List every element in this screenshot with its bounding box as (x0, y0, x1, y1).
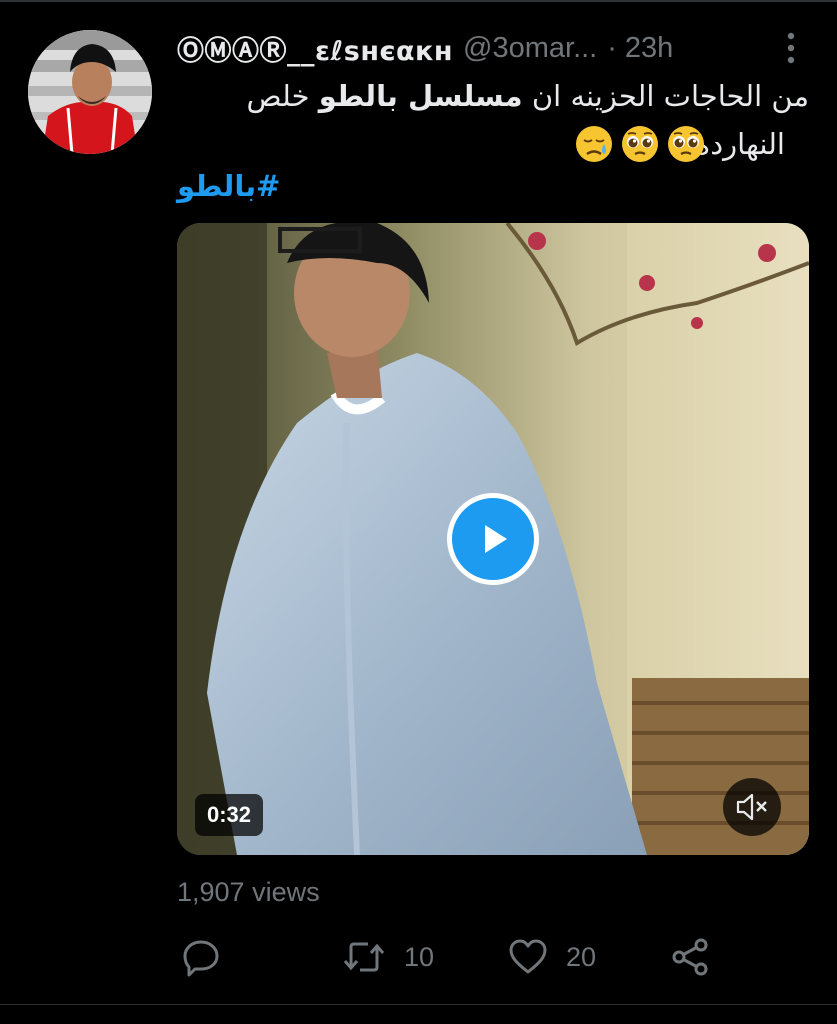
video-player[interactable]: 0:32 (177, 223, 809, 855)
pleading-face-icon (668, 126, 704, 162)
user-handle[interactable]: @3omar... (463, 32, 597, 65)
sad-relieved-face-icon (576, 126, 612, 162)
share-icon (672, 938, 708, 976)
tweet-text-line2: النهارده (695, 127, 785, 161)
tweet-card[interactable]: ⓄⓂⒶⓇ__ɛℓѕнєαкн @3omar... · 23h من الحاجا… (0, 0, 837, 1024)
bottom-divider (0, 1004, 837, 1005)
more-options-icon[interactable] (778, 30, 804, 66)
like-button[interactable]: 20 (508, 935, 596, 979)
tweet-header: ⓄⓂⒶⓇ__ɛℓѕнєαкн @3omar... · 23h (177, 26, 807, 70)
retweet-count: 10 (404, 941, 435, 972)
like-count: 20 (566, 941, 597, 972)
emoji-row (574, 124, 706, 164)
avatar[interactable] (28, 30, 152, 154)
tweet-text-part: خلص (246, 79, 319, 113)
display-name[interactable]: ⓄⓂⒶⓇ__ɛℓѕнєαкн (177, 29, 453, 68)
reply-button[interactable] (181, 935, 221, 979)
tweet-text-part: من الحاجات الحزينه ان (522, 79, 809, 113)
tweet-text-bold: مسلسل بالطو (318, 79, 523, 113)
view-count: 1,907 views (177, 877, 320, 907)
reply-icon (183, 940, 219, 977)
top-divider (0, 0, 837, 2)
mute-button[interactable] (723, 778, 781, 836)
timestamp[interactable]: 23h (625, 32, 673, 65)
retweet-icon (343, 942, 385, 972)
retweet-button[interactable]: 10 (342, 935, 434, 979)
play-icon (485, 525, 507, 553)
video-duration: 0:32 (195, 794, 264, 836)
separator-dot: · (607, 31, 617, 64)
tweet-text: من الحاجات الحزينه ان مسلسل بالطو خلص (177, 72, 809, 120)
share-button[interactable] (670, 935, 710, 979)
play-button[interactable] (447, 493, 539, 585)
pleading-face-icon (622, 126, 658, 162)
speaker-muted-icon (736, 793, 767, 821)
hashtag-link[interactable]: #بالطو (177, 166, 297, 206)
heart-icon (509, 939, 547, 974)
